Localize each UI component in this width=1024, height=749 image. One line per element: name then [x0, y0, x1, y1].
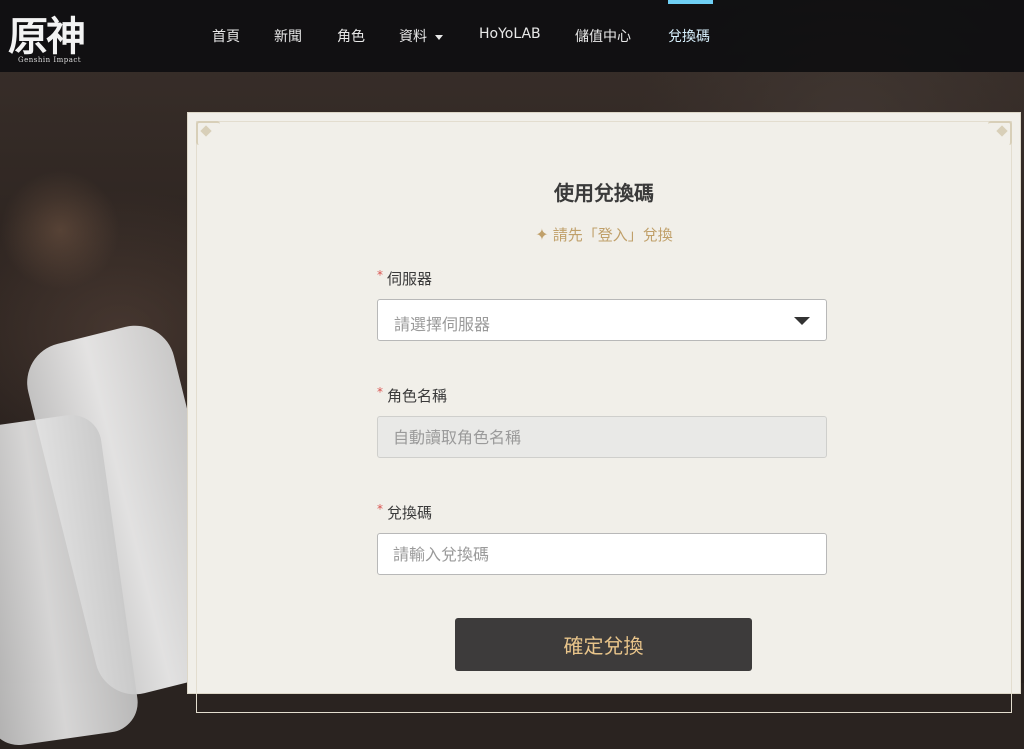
- nav-active-indicator: [668, 0, 713, 4]
- nav-item-home[interactable]: 首頁: [212, 26, 240, 46]
- background-decoration: [0, 170, 120, 290]
- logo-text: 原神: [8, 13, 86, 60]
- nav-item-redeem-code[interactable]: 兌換碼: [668, 26, 710, 46]
- nav-item-topup-center[interactable]: 儲值中心: [575, 26, 631, 46]
- nav-item-info[interactable]: 資料: [399, 26, 443, 46]
- server-select[interactable]: 請選擇伺服器: [377, 299, 827, 341]
- page-title: 使用兌換碼: [554, 181, 654, 205]
- required-mark: *: [377, 268, 383, 282]
- character-name-field[interactable]: [377, 416, 827, 458]
- top-nav: 原神 Genshin Impact 首頁 新聞 角色 資料 HoYoLAB 儲值…: [0, 0, 1024, 72]
- dropdown-arrow-icon: [794, 317, 810, 325]
- code-label: * 兌換碼: [377, 502, 432, 523]
- corner-ornament-icon: [988, 121, 1012, 145]
- login-hint[interactable]: ✦ 請先「登入」兌換: [188, 224, 1020, 245]
- nav-item-hoyolab[interactable]: HoYoLAB: [479, 26, 541, 42]
- logo[interactable]: 原神 Genshin Impact: [8, 0, 118, 72]
- logo-subtitle: Genshin Impact: [18, 56, 82, 64]
- required-mark: *: [377, 502, 383, 516]
- redeem-card: 使用兌換碼 ✦請先「登入」兌換 * 伺服器 請選擇伺服器 * 角色名稱 * 兌換碼 確…: [187, 112, 1021, 713]
- nav-item-news[interactable]: 新聞: [274, 26, 302, 46]
- code-label-text: 兌換碼: [387, 504, 433, 522]
- server-label: * 伺服器: [377, 268, 432, 289]
- redeem-code-input[interactable]: [377, 533, 827, 575]
- server-label-text: 伺服器: [387, 270, 433, 288]
- server-select-placeholder: 請選擇伺服器: [394, 315, 491, 334]
- character-label: * 角色名稱: [377, 385, 447, 406]
- required-mark: *: [377, 385, 383, 399]
- nav-item-characters[interactable]: 角色: [337, 26, 365, 46]
- nav-item-info-label: 資料: [399, 29, 427, 45]
- confirm-redeem-button[interactable]: 確定兌換: [455, 618, 752, 671]
- chevron-down-icon: [435, 34, 443, 40]
- login-hint-text: 請先「登入」兌換: [552, 226, 673, 244]
- sparkle-icon: ✦: [535, 225, 549, 244]
- corner-ornament-icon: [196, 121, 220, 145]
- character-label-text: 角色名稱: [387, 387, 448, 405]
